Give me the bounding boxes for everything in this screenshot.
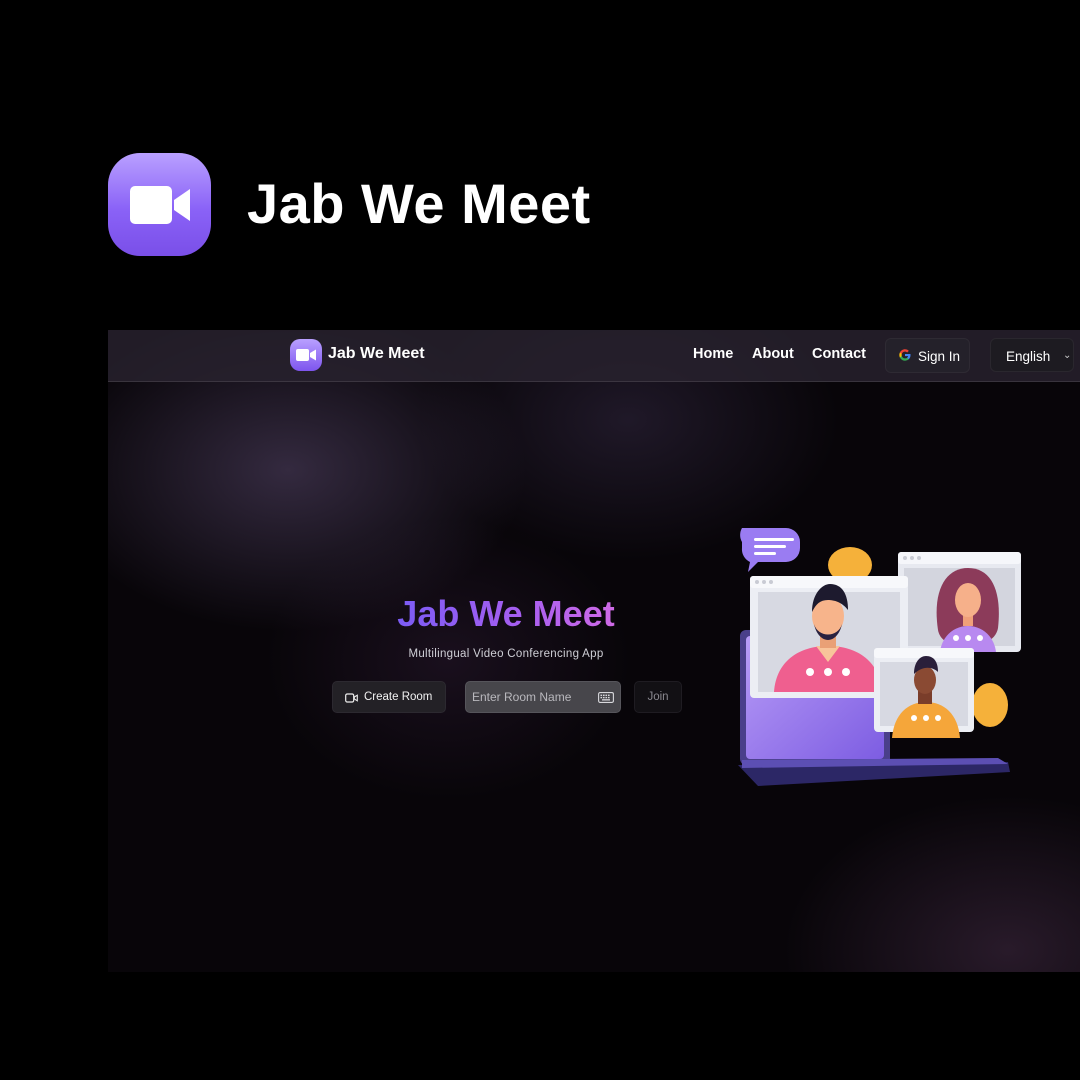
sign-in-button[interactable]: Sign In (885, 338, 970, 373)
hero-title-text: Jab We Meet (397, 593, 615, 634)
navbar: Jab We Meet Home About Contact Sign In E… (108, 330, 1080, 382)
app-screenshot: Jab We Meet Home About Contact Sign In E… (108, 330, 1080, 972)
promo-title: Jab We Meet (247, 172, 591, 235)
app-logo (108, 153, 211, 256)
language-select[interactable]: English ⌄ (990, 338, 1074, 372)
nav-logo[interactable] (290, 339, 322, 371)
create-room-label: Create Room (364, 691, 433, 703)
nav-link-about[interactable]: About (752, 346, 794, 362)
nav-link-contact[interactable]: Contact (812, 346, 866, 362)
google-icon (899, 349, 911, 361)
join-button[interactable]: Join (634, 681, 682, 713)
video-camera-icon (296, 349, 316, 361)
video-conference-illustration (738, 528, 1021, 786)
language-selected: English (1006, 349, 1051, 364)
video-camera-icon (130, 186, 190, 224)
sign-in-label: Sign In (918, 349, 961, 364)
room-name-field (465, 681, 621, 713)
create-room-button[interactable]: Create Room (332, 681, 446, 713)
nav-link-home[interactable]: Home (693, 346, 733, 362)
keyboard-icon (598, 692, 614, 703)
room-name-input[interactable] (466, 682, 600, 712)
nav-brand[interactable]: Jab We Meet (328, 345, 425, 363)
chevron-down-icon: ⌄ (1063, 350, 1072, 361)
video-icon (345, 693, 358, 703)
